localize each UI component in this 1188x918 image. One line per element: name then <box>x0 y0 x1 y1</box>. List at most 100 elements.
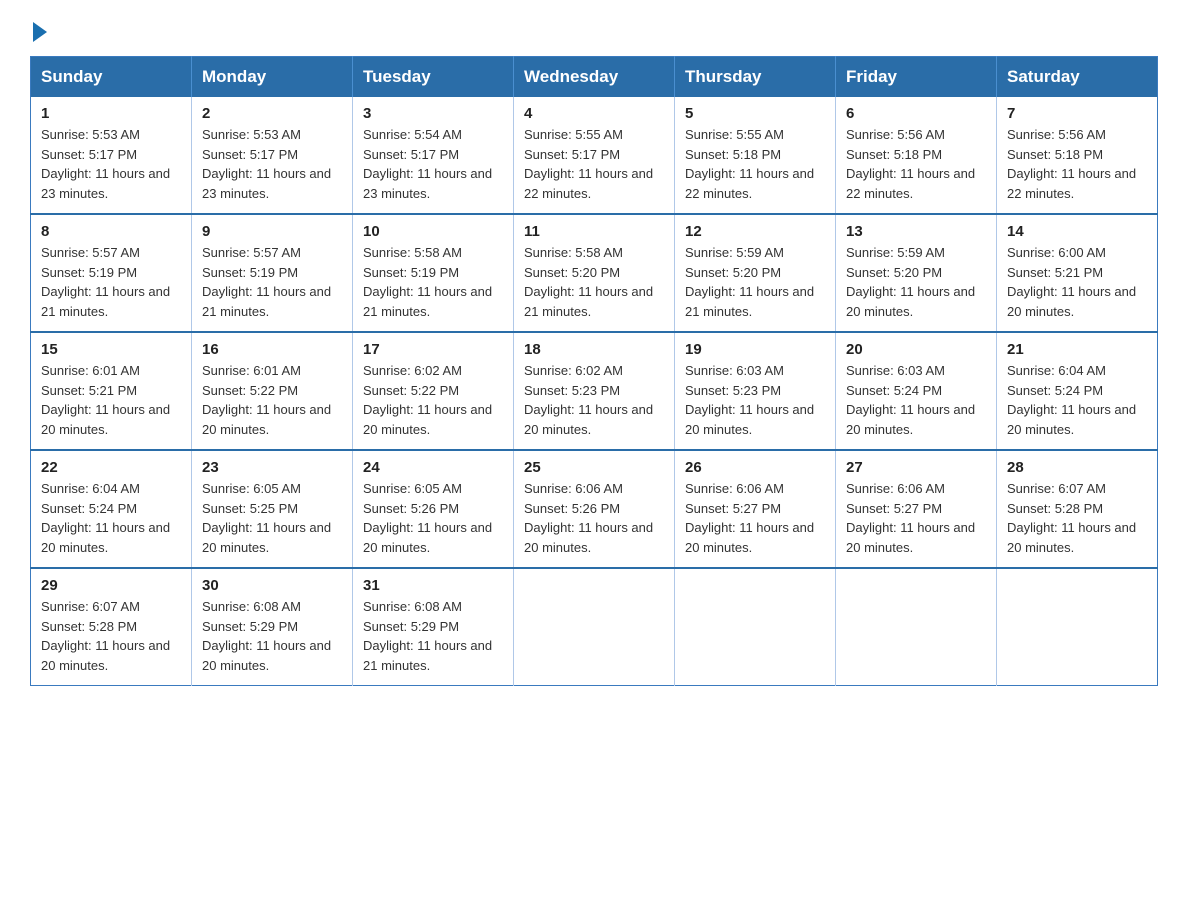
day-info: Sunrise: 6:03 AMSunset: 5:24 PMDaylight:… <box>846 361 986 439</box>
calendar-cell: 15 Sunrise: 6:01 AMSunset: 5:21 PMDayligh… <box>31 332 192 450</box>
day-number: 9 <box>202 223 342 240</box>
day-number: 18 <box>524 341 664 358</box>
calendar-cell <box>675 568 836 686</box>
calendar-cell: 4 Sunrise: 5:55 AMSunset: 5:17 PMDaylight… <box>514 97 675 214</box>
day-info: Sunrise: 5:55 AMSunset: 5:17 PMDaylight:… <box>524 125 664 203</box>
calendar-cell: 28 Sunrise: 6:07 AMSunset: 5:28 PMDayligh… <box>997 450 1158 568</box>
calendar-cell <box>836 568 997 686</box>
calendar-cell: 27 Sunrise: 6:06 AMSunset: 5:27 PMDayligh… <box>836 450 997 568</box>
calendar-cell: 31Sunrise: 6:08 AMSunset: 5:29 PMDayligh… <box>353 568 514 686</box>
day-info: Sunrise: 5:59 AMSunset: 5:20 PMDaylight:… <box>685 243 825 321</box>
day-info: Sunrise: 5:58 AMSunset: 5:19 PMDaylight:… <box>363 243 503 321</box>
calendar-cell: 29 Sunrise: 6:07 AMSunset: 5:28 PMDayligh… <box>31 568 192 686</box>
calendar-cell: 7 Sunrise: 5:56 AMSunset: 5:18 PMDaylight… <box>997 97 1158 214</box>
day-info: Sunrise: 5:59 AMSunset: 5:20 PMDaylight:… <box>846 243 986 321</box>
day-info: Sunrise: 6:02 AMSunset: 5:23 PMDaylight:… <box>524 361 664 439</box>
day-number: 7 <box>1007 105 1147 122</box>
calendar-table: SundayMondayTuesdayWednesdayThursdayFrid… <box>30 56 1158 686</box>
day-number: 26 <box>685 459 825 476</box>
calendar-cell: 23 Sunrise: 6:05 AMSunset: 5:25 PMDayligh… <box>192 450 353 568</box>
day-number: 11 <box>524 223 664 240</box>
day-number: 29 <box>41 577 181 594</box>
calendar-cell: 5Sunrise: 5:55 AMSunset: 5:18 PMDaylight… <box>675 97 836 214</box>
day-number: 23 <box>202 459 342 476</box>
day-info: Sunrise: 5:58 AMSunset: 5:20 PMDaylight:… <box>524 243 664 321</box>
calendar-cell: 14Sunrise: 6:00 AMSunset: 5:21 PMDayligh… <box>997 214 1158 332</box>
weekday-header-friday: Friday <box>836 57 997 98</box>
calendar-cell: 8 Sunrise: 5:57 AMSunset: 5:19 PMDaylight… <box>31 214 192 332</box>
calendar-cell <box>997 568 1158 686</box>
weekday-header-row: SundayMondayTuesdayWednesdayThursdayFrid… <box>31 57 1158 98</box>
calendar-cell: 24 Sunrise: 6:05 AMSunset: 5:26 PMDayligh… <box>353 450 514 568</box>
calendar-week-row: 8 Sunrise: 5:57 AMSunset: 5:19 PMDaylight… <box>31 214 1158 332</box>
logo-arrow-icon <box>33 22 47 42</box>
day-info: Sunrise: 6:07 AMSunset: 5:28 PMDaylight:… <box>1007 479 1147 557</box>
weekday-header-saturday: Saturday <box>997 57 1158 98</box>
day-info: Sunrise: 6:05 AMSunset: 5:26 PMDaylight:… <box>363 479 503 557</box>
calendar-cell: 13 Sunrise: 5:59 AMSunset: 5:20 PMDayligh… <box>836 214 997 332</box>
day-info: Sunrise: 5:56 AMSunset: 5:18 PMDaylight:… <box>1007 125 1147 203</box>
calendar-cell: 11 Sunrise: 5:58 AMSunset: 5:20 PMDayligh… <box>514 214 675 332</box>
calendar-cell: 30 Sunrise: 6:08 AMSunset: 5:29 PMDayligh… <box>192 568 353 686</box>
calendar-cell: 3 Sunrise: 5:54 AMSunset: 5:17 PMDaylight… <box>353 97 514 214</box>
page-header <box>30 20 1158 38</box>
day-number: 16 <box>202 341 342 358</box>
day-number: 24 <box>363 459 503 476</box>
day-number: 27 <box>846 459 986 476</box>
day-number: 1 <box>41 105 181 122</box>
day-info: Sunrise: 6:06 AMSunset: 5:27 PMDaylight:… <box>846 479 986 557</box>
calendar-cell: 16 Sunrise: 6:01 AMSunset: 5:22 PMDayligh… <box>192 332 353 450</box>
day-number: 17 <box>363 341 503 358</box>
day-info: Sunrise: 5:55 AMSunset: 5:18 PMDaylight:… <box>685 125 825 203</box>
day-info: Sunrise: 6:02 AMSunset: 5:22 PMDaylight:… <box>363 361 503 439</box>
day-number: 12 <box>685 223 825 240</box>
day-number: 20 <box>846 341 986 358</box>
day-number: 4 <box>524 105 664 122</box>
calendar-cell: 12 Sunrise: 5:59 AMSunset: 5:20 PMDayligh… <box>675 214 836 332</box>
calendar-cell: 19Sunrise: 6:03 AMSunset: 5:23 PMDayligh… <box>675 332 836 450</box>
day-number: 22 <box>41 459 181 476</box>
day-info: Sunrise: 6:05 AMSunset: 5:25 PMDaylight:… <box>202 479 342 557</box>
day-number: 30 <box>202 577 342 594</box>
day-number: 6 <box>846 105 986 122</box>
calendar-cell <box>514 568 675 686</box>
day-info: Sunrise: 6:06 AMSunset: 5:27 PMDaylight:… <box>685 479 825 557</box>
day-info: Sunrise: 5:53 AMSunset: 5:17 PMDaylight:… <box>202 125 342 203</box>
calendar-cell: 2Sunrise: 5:53 AMSunset: 5:17 PMDaylight… <box>192 97 353 214</box>
calendar-cell: 26 Sunrise: 6:06 AMSunset: 5:27 PMDayligh… <box>675 450 836 568</box>
day-info: Sunrise: 6:08 AMSunset: 5:29 PMDaylight:… <box>202 597 342 675</box>
calendar-week-row: 22 Sunrise: 6:04 AMSunset: 5:24 PMDayligh… <box>31 450 1158 568</box>
day-number: 3 <box>363 105 503 122</box>
calendar-cell: 1Sunrise: 5:53 AMSunset: 5:17 PMDaylight… <box>31 97 192 214</box>
day-number: 25 <box>524 459 664 476</box>
day-info: Sunrise: 5:56 AMSunset: 5:18 PMDaylight:… <box>846 125 986 203</box>
calendar-week-row: 15 Sunrise: 6:01 AMSunset: 5:21 PMDayligh… <box>31 332 1158 450</box>
calendar-cell: 21Sunrise: 6:04 AMSunset: 5:24 PMDayligh… <box>997 332 1158 450</box>
calendar-cell: 25 Sunrise: 6:06 AMSunset: 5:26 PMDayligh… <box>514 450 675 568</box>
calendar-cell: 20 Sunrise: 6:03 AMSunset: 5:24 PMDayligh… <box>836 332 997 450</box>
calendar-cell: 17 Sunrise: 6:02 AMSunset: 5:22 PMDayligh… <box>353 332 514 450</box>
calendar-cell: 6 Sunrise: 5:56 AMSunset: 5:18 PMDaylight… <box>836 97 997 214</box>
weekday-header-tuesday: Tuesday <box>353 57 514 98</box>
calendar-cell: 22 Sunrise: 6:04 AMSunset: 5:24 PMDayligh… <box>31 450 192 568</box>
day-number: 14 <box>1007 223 1147 240</box>
day-number: 13 <box>846 223 986 240</box>
day-number: 19 <box>685 341 825 358</box>
day-info: Sunrise: 6:07 AMSunset: 5:28 PMDaylight:… <box>41 597 181 675</box>
day-info: Sunrise: 6:04 AMSunset: 5:24 PMDaylight:… <box>41 479 181 557</box>
day-number: 28 <box>1007 459 1147 476</box>
calendar-week-row: 29 Sunrise: 6:07 AMSunset: 5:28 PMDayligh… <box>31 568 1158 686</box>
day-number: 8 <box>41 223 181 240</box>
calendar-cell: 18 Sunrise: 6:02 AMSunset: 5:23 PMDayligh… <box>514 332 675 450</box>
day-info: Sunrise: 5:57 AMSunset: 5:19 PMDaylight:… <box>202 243 342 321</box>
day-info: Sunrise: 6:04 AMSunset: 5:24 PMDaylight:… <box>1007 361 1147 439</box>
day-info: Sunrise: 6:06 AMSunset: 5:26 PMDaylight:… <box>524 479 664 557</box>
day-info: Sunrise: 6:01 AMSunset: 5:21 PMDaylight:… <box>41 361 181 439</box>
day-info: Sunrise: 5:54 AMSunset: 5:17 PMDaylight:… <box>363 125 503 203</box>
day-info: Sunrise: 6:01 AMSunset: 5:22 PMDaylight:… <box>202 361 342 439</box>
day-number: 15 <box>41 341 181 358</box>
day-info: Sunrise: 6:08 AMSunset: 5:29 PMDaylight:… <box>363 597 503 675</box>
calendar-cell: 9 Sunrise: 5:57 AMSunset: 5:19 PMDaylight… <box>192 214 353 332</box>
calendar-cell: 10Sunrise: 5:58 AMSunset: 5:19 PMDayligh… <box>353 214 514 332</box>
day-info: Sunrise: 5:57 AMSunset: 5:19 PMDaylight:… <box>41 243 181 321</box>
